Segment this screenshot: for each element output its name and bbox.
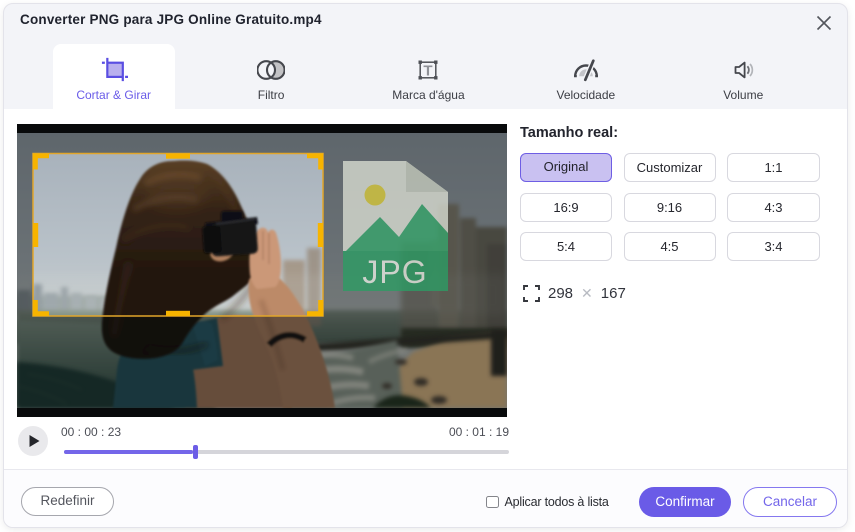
svg-text:T: T bbox=[424, 63, 433, 80]
svg-text:JPG: JPG bbox=[362, 254, 427, 290]
